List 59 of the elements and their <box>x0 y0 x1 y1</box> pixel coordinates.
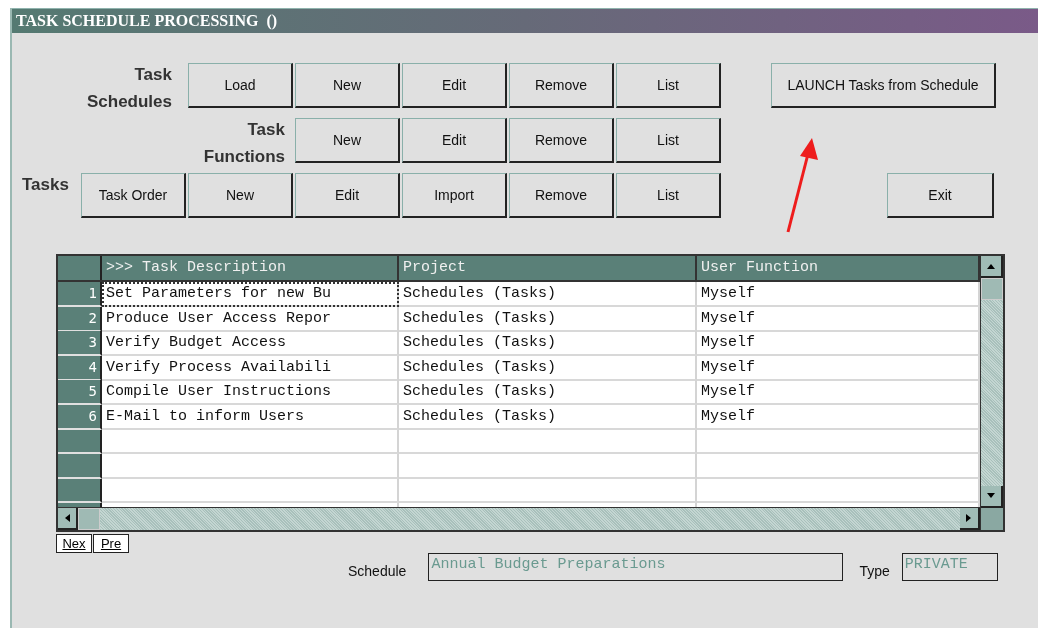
action-button[interactable]: List <box>616 173 721 218</box>
action-button[interactable]: List <box>616 63 721 108</box>
page-button[interactable]: Pre <box>93 534 129 553</box>
action-button[interactable]: Remove <box>509 173 614 218</box>
table-cell: Myself <box>697 331 980 357</box>
row-number: 3 <box>58 331 102 357</box>
group-label: Tasks <box>22 174 70 196</box>
table-cell: Set Parameters for new Bu <box>102 282 399 307</box>
table-cell: Schedules (Tasks) <box>399 331 697 357</box>
column-header[interactable]: >>> Task Description <box>102 256 399 280</box>
group-label: Task Functions <box>202 119 286 163</box>
action-button[interactable]: Edit <box>402 63 507 108</box>
action-button[interactable]: New <box>188 173 293 218</box>
action-button[interactable]: Import <box>402 173 507 218</box>
row-number: 2 <box>58 306 102 332</box>
scroll-right-icon[interactable] <box>960 508 980 530</box>
table-cell: Produce User Access Repor <box>102 306 399 332</box>
scroll-left-icon[interactable] <box>58 508 78 530</box>
action-button[interactable]: Load <box>188 63 293 108</box>
table-cell: Myself <box>697 404 980 430</box>
launch-button[interactable]: LAUNCH Tasks from Schedule <box>771 63 996 108</box>
table-cell: Schedules (Tasks) <box>399 355 697 381</box>
page-button[interactable]: Nex <box>56 534 92 553</box>
table-cell: Schedules (Tasks) <box>399 282 697 307</box>
table-cell: Verify Budget Access <box>102 331 399 357</box>
action-button[interactable]: Edit <box>295 173 400 218</box>
action-button[interactable]: Edit <box>402 118 507 163</box>
vertical-scrollbar[interactable] <box>980 256 1003 530</box>
row-number: 5 <box>58 380 102 406</box>
table-cell: Myself <box>697 282 980 307</box>
table-cell: Schedules (Tasks) <box>399 306 697 332</box>
action-button[interactable]: List <box>616 118 721 163</box>
row-number: 1 <box>58 282 102 307</box>
table-cell: Verify Process Availabili <box>102 355 399 381</box>
table-cell: Myself <box>697 306 980 332</box>
action-button[interactable]: Task Order <box>81 173 186 218</box>
schedule-label: Schedule <box>348 563 407 579</box>
type-label: Type <box>859 563 890 579</box>
action-button[interactable]: Remove <box>509 118 614 163</box>
table-cell: Myself <box>697 355 980 381</box>
action-button[interactable]: New <box>295 63 400 108</box>
group-label: Task Schedules <box>85 64 173 108</box>
scroll-thumb[interactable] <box>78 508 100 530</box>
scroll-thumb[interactable] <box>981 278 1003 300</box>
table-cell: Schedules (Tasks) <box>399 404 697 430</box>
scroll-up-icon[interactable] <box>981 256 1003 278</box>
scrollbar-corner <box>981 508 1003 530</box>
table-cell: Compile User Instructions <box>102 380 399 406</box>
scroll-down-icon[interactable] <box>981 486 1003 508</box>
column-header[interactable]: Project <box>399 256 697 280</box>
action-button[interactable]: New <box>295 118 400 163</box>
row-number: 6 <box>58 404 102 430</box>
exit-button[interactable]: Exit <box>887 173 994 218</box>
table-cell: Schedules (Tasks) <box>399 380 697 406</box>
table-cell: E-Mail to inform Users <box>102 404 399 430</box>
action-button[interactable]: Remove <box>509 63 614 108</box>
window-title: TASK SCHEDULE PROCESSING () <box>16 12 278 30</box>
table-cell: Myself <box>697 380 980 406</box>
row-number: 4 <box>58 355 102 381</box>
